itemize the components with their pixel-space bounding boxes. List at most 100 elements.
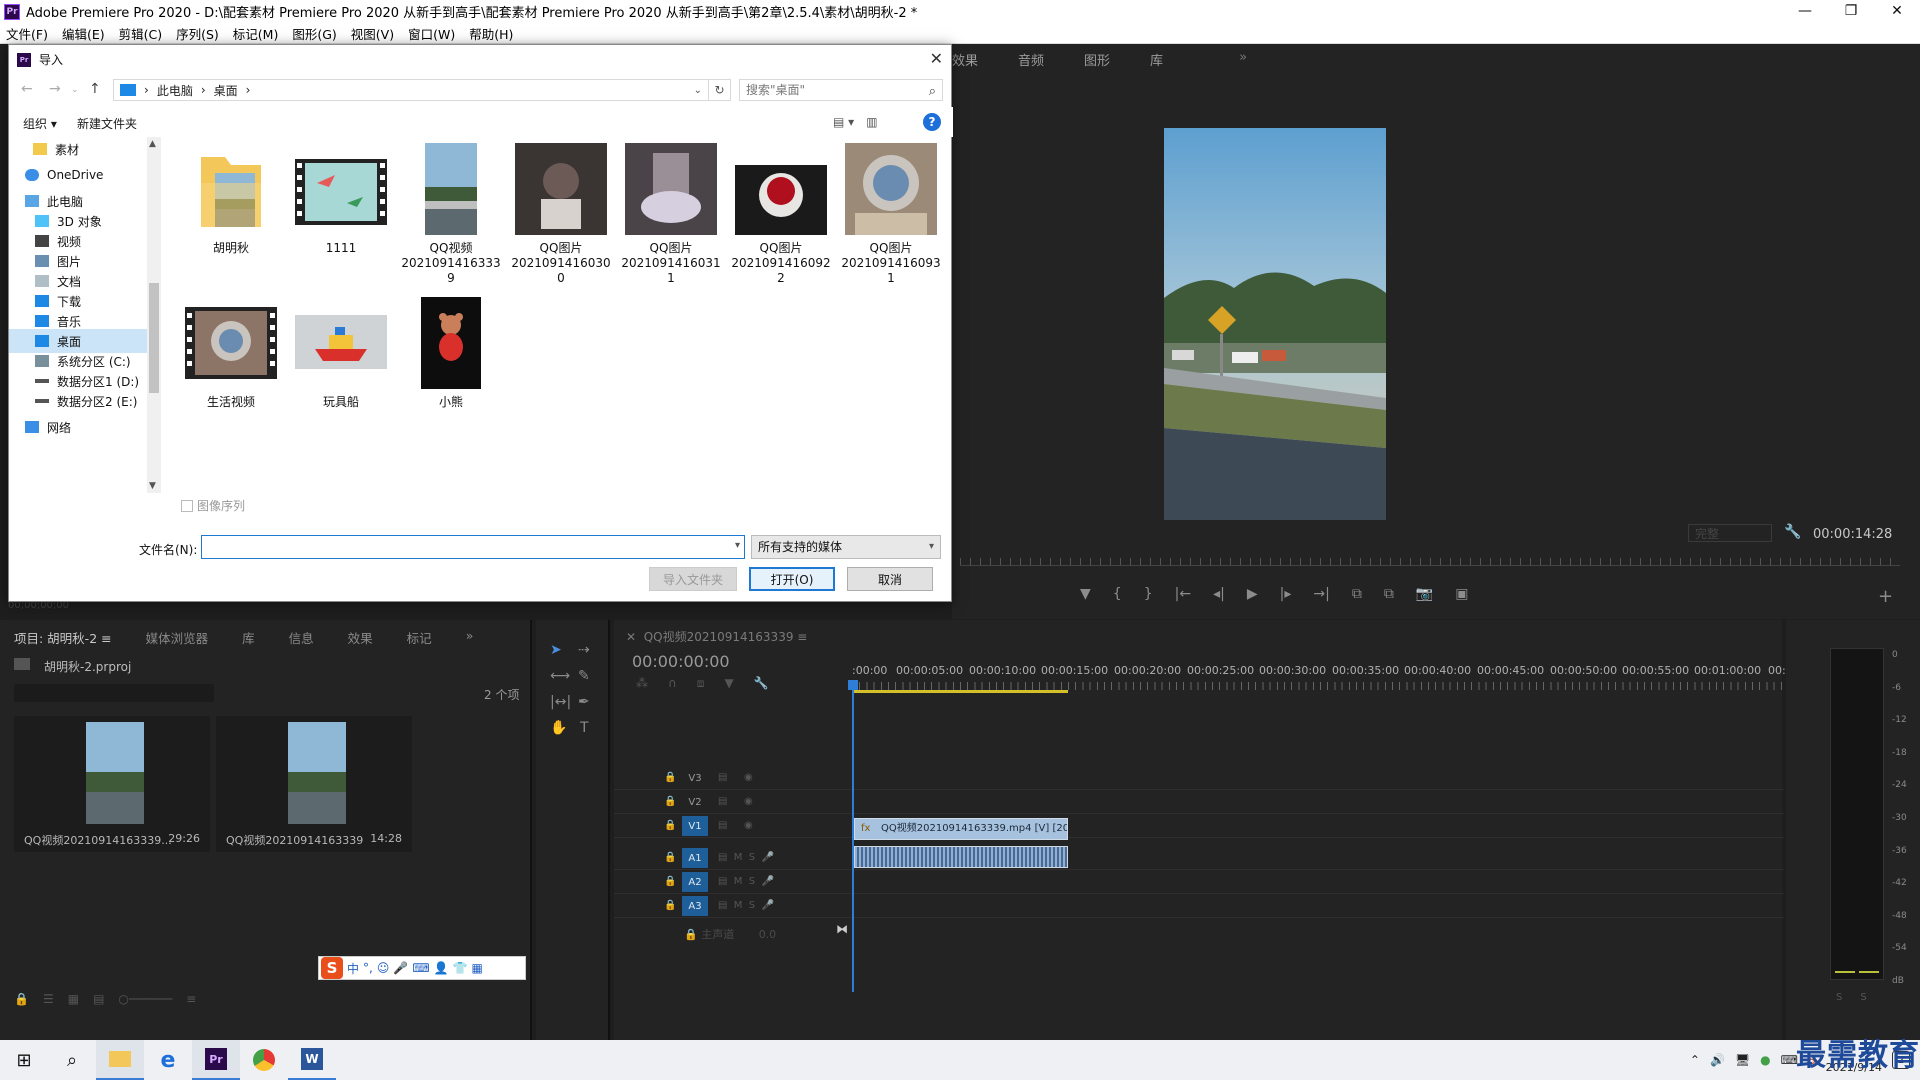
nav-scrollbar[interactable]: ▲ ▼ <box>147 137 161 493</box>
image-sequence-checkbox[interactable]: 图像序列 <box>181 497 245 514</box>
track-sync-icon[interactable]: ▤ <box>718 772 727 783</box>
refresh-icon[interactable]: ↻ <box>709 79 731 101</box>
settings-wrench-icon[interactable]: 🔧 <box>754 676 769 691</box>
breadcrumb-this-pc[interactable]: 此电脑 <box>157 82 193 99</box>
play-icon[interactable]: ▶ <box>1247 586 1258 602</box>
selection-tool-icon[interactable]: ➤ <box>550 642 562 658</box>
ime-keyboard-icon[interactable]: ⌨ <box>412 961 429 975</box>
wechat-tray-icon[interactable]: ● <box>1760 1053 1770 1067</box>
sort-icon[interactable]: ≡ <box>186 992 196 1006</box>
step-back-icon[interactable]: ◂| <box>1213 586 1225 602</box>
ime-emoji-icon[interactable]: ☺ <box>377 961 390 975</box>
camera-icon[interactable]: 📷 <box>1416 586 1433 602</box>
track-eye-icon[interactable]: ◉ <box>744 796 753 807</box>
track-lock-icon[interactable]: 🔒 <box>664 772 676 783</box>
mark-in-icon[interactable]: { <box>1113 586 1122 602</box>
solo-left-button[interactable]: S <box>1836 992 1842 1003</box>
import-folder-button[interactable]: 导入文件夹 <box>649 567 737 591</box>
menu-markers[interactable]: 标记(M) <box>233 24 279 43</box>
open-button[interactable]: 打开(O) <box>749 567 835 591</box>
ime-voice-icon[interactable]: 🎤 <box>393 961 408 975</box>
back-arrow-icon[interactable]: ← <box>21 81 33 97</box>
add-marker-icon[interactable]: ▼ <box>724 676 733 691</box>
dialog-close-button[interactable]: ✕ <box>930 49 943 68</box>
project-clip-2[interactable]: QQ视频20210914163339 14:28 <box>216 716 412 852</box>
tab-media-browser[interactable]: 媒体浏览器 <box>146 628 209 647</box>
track-eye-icon[interactable]: ◉ <box>744 772 753 783</box>
menu-view[interactable]: 视图(V) <box>351 24 394 43</box>
tray-chevron-icon[interactable]: ⌃ <box>1690 1053 1700 1067</box>
file-item-qq-image-0311[interactable]: QQ图片2021091416031 1 <box>617 143 725 286</box>
mark-out-icon[interactable]: } <box>1144 586 1153 602</box>
icon-view-icon[interactable]: ▦ <box>68 992 79 1006</box>
go-to-out-icon[interactable]: →| <box>1313 586 1329 602</box>
checkbox-box[interactable] <box>181 499 193 512</box>
work-area-bar[interactable] <box>854 690 1068 693</box>
windows-start-icon[interactable]: ⊞ <box>0 1040 48 1080</box>
track-eye-icon[interactable]: ◉ <box>744 820 753 831</box>
nav-item-drive-e[interactable]: 数据分区2 (E:) <box>9 389 147 413</box>
go-to-end-icon[interactable]: ⧓ <box>836 922 848 936</box>
forward-arrow-icon[interactable]: → <box>49 81 61 97</box>
tab-effects[interactable]: 效果 <box>952 50 978 69</box>
edge-browser-icon[interactable]: e <box>144 1040 192 1080</box>
track-sync-icon[interactable]: ▤ M S 🎤 <box>718 852 774 863</box>
tab-libraries[interactable]: 库 <box>1150 50 1163 69</box>
network-tray-icon[interactable]: 🖥 <box>1735 1053 1750 1067</box>
menu-clip[interactable]: 剪辑(C) <box>119 24 162 43</box>
tab-library[interactable]: 库 <box>242 628 255 647</box>
nav-item-network[interactable]: 网络 <box>9 415 147 439</box>
search-icon[interactable]: ⌕ <box>48 1040 96 1080</box>
file-item-toy-boat[interactable]: 玩具船 <box>287 297 395 410</box>
volume-icon[interactable]: 🔊 <box>1710 1053 1725 1067</box>
slip-icon[interactable]: |↔| <box>550 694 571 710</box>
add-button-icon[interactable]: + <box>1878 586 1893 607</box>
project-clip-1[interactable]: QQ视频20210914163339... 29:26 <box>14 716 210 852</box>
track-v1[interactable]: V1 <box>682 816 708 836</box>
track-sync-icon[interactable]: ▤ M S 🎤 <box>718 876 774 887</box>
chrome-icon[interactable] <box>240 1040 288 1080</box>
recent-chevron-icon[interactable]: ⌄ <box>71 85 79 95</box>
razor-icon[interactable]: ✎ <box>578 668 590 684</box>
track-lock-icon[interactable]: 🔒 <box>664 820 676 831</box>
file-item-bear[interactable]: 小熊 <box>397 297 505 410</box>
track-a1[interactable]: A1 <box>682 848 708 868</box>
more-tabs-icon[interactable]: » <box>466 628 474 647</box>
filename-input[interactable]: ▾ <box>201 535 745 559</box>
go-to-in-icon[interactable]: |← <box>1175 586 1191 602</box>
menu-file[interactable]: 文件(F) <box>6 24 48 43</box>
hand-icon[interactable]: ✋ <box>550 720 567 736</box>
tab-audio[interactable]: 音频 <box>1018 50 1044 69</box>
nav-item-sucai[interactable]: 素材 <box>9 137 147 161</box>
cancel-button[interactable]: 取消 <box>847 567 933 591</box>
ime-chinese-mode[interactable]: 中 <box>347 960 359 977</box>
fit-dropdown[interactable]: 完整 <box>1688 524 1772 542</box>
breadcrumb-desktop[interactable]: 桌面 <box>214 82 238 99</box>
track-sync-icon[interactable]: ▤ M S 🎤 <box>718 900 774 911</box>
nav-item-onedrive[interactable]: OneDrive <box>9 163 147 187</box>
timeline-tab[interactable]: ✕ QQ视频20210914163339 ≡ <box>626 628 807 645</box>
project-search-input[interactable] <box>14 684 214 702</box>
scroll-up-icon[interactable]: ▲ <box>149 139 156 149</box>
track-v2[interactable]: V2 <box>682 792 708 812</box>
snap-icon[interactable]: ∩ <box>668 676 677 691</box>
change-view-icon[interactable]: ▤ ▾ <box>833 115 854 129</box>
menu-window[interactable]: 窗口(W) <box>408 24 455 43</box>
track-sync-icon[interactable]: ▤ <box>718 796 727 807</box>
search-input[interactable]: 搜索"桌面" ⌕ <box>739 79 943 101</box>
file-item-life-video[interactable]: 生活视频 <box>177 297 285 410</box>
more-tabs-button[interactable]: » <box>1239 50 1247 69</box>
lock-icon[interactable]: 🔒 <box>14 992 29 1006</box>
extract-icon[interactable]: ⧉ <box>1384 586 1394 602</box>
track-a2[interactable]: A2 <box>682 872 708 892</box>
sogou-logo-icon[interactable]: S <box>321 957 343 979</box>
nest-icon[interactable]: ⁂ <box>636 676 648 691</box>
address-dropdown-icon[interactable]: ⌄ <box>694 85 702 96</box>
file-item-qq-image-0931[interactable]: QQ图片2021091416093 1 <box>837 143 945 286</box>
linked-icon[interactable]: ⧈ <box>697 676 705 691</box>
nav-scroll-thumb[interactable] <box>149 283 159 393</box>
menu-help[interactable]: 帮助(H) <box>469 24 513 43</box>
track-lock-icon[interactable]: 🔒 <box>664 852 676 863</box>
filename-dropdown-icon[interactable]: ▾ <box>735 540 740 551</box>
up-arrow-icon[interactable]: ↑ <box>89 81 101 97</box>
